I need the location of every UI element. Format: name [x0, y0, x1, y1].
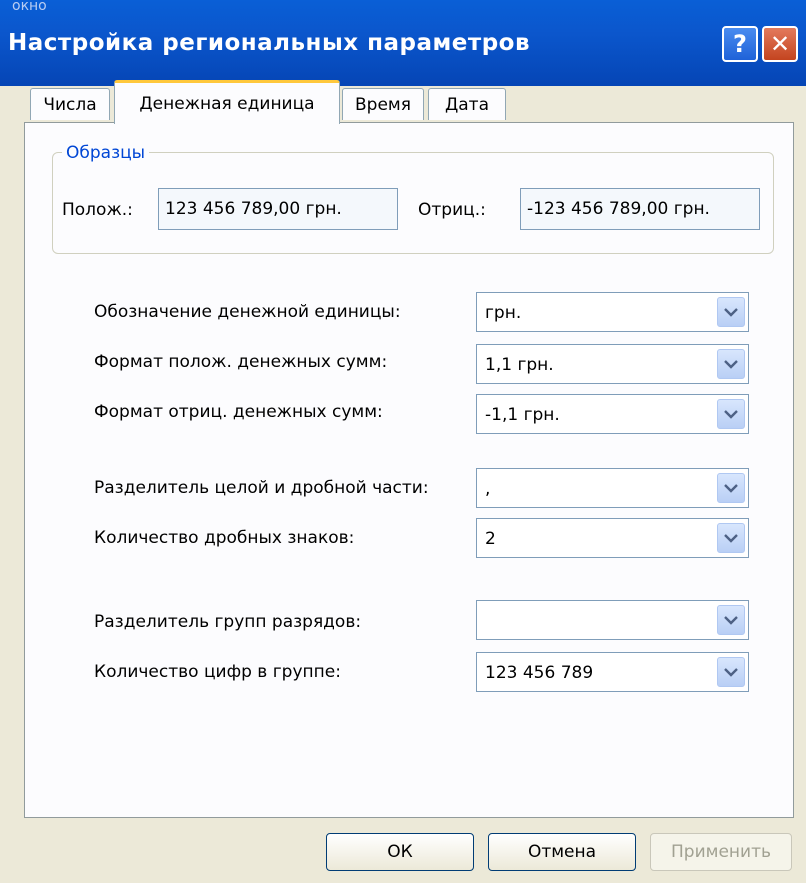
dialog-window: окно Настройка региональных параметров ?…	[0, 0, 806, 883]
decimal-separator-label: Разделитель целой и дробной части:	[94, 478, 429, 498]
digit-grouping-value: 123 456 789	[485, 663, 594, 683]
chevron-down-icon[interactable]	[717, 297, 745, 327]
chevron-down-icon[interactable]	[717, 349, 745, 379]
close-button[interactable]: ✕	[762, 26, 798, 62]
tab-date[interactable]: Дата	[428, 88, 506, 120]
chevron-down-icon[interactable]	[717, 473, 745, 503]
negative-sample-field: -123 456 789,00 грн.	[520, 188, 760, 230]
tab-currency[interactable]: Денежная единица	[114, 80, 340, 124]
positive-format-label: Формат полож. денежных сумм:	[94, 352, 388, 372]
tab-numbers[interactable]: Числа	[30, 88, 110, 120]
apply-button[interactable]: Применить	[650, 833, 792, 871]
chevron-down-icon[interactable]	[717, 399, 745, 429]
negative-sample-label: Отриц.:	[418, 200, 486, 220]
currency-symbol-select[interactable]: грн.	[476, 292, 749, 332]
group-separator-label: Разделитель групп разрядов:	[94, 612, 362, 632]
dialog-title: Настройка региональных параметров	[8, 30, 531, 56]
currency-symbol-value: грн.	[485, 303, 522, 323]
cancel-button[interactable]: Отмена	[488, 833, 636, 871]
decimal-digits-value: 2	[485, 529, 496, 549]
chevron-down-icon[interactable]	[717, 523, 745, 553]
negative-format-select[interactable]: -1,1 грн.	[476, 394, 749, 434]
chevron-down-icon[interactable]	[717, 657, 745, 687]
positive-sample-label: Полож.:	[62, 200, 133, 220]
group-separator-select[interactable]	[476, 600, 749, 640]
apply-button-label: Применить	[671, 842, 771, 862]
tab-label: Дата	[444, 94, 490, 115]
close-icon: ✕	[769, 30, 791, 58]
currency-symbol-label: Обозначение денежной единицы:	[94, 302, 401, 322]
positive-format-value: 1,1 грн.	[485, 355, 554, 375]
tab-label: Денежная единица	[139, 93, 315, 114]
chevron-down-icon[interactable]	[717, 605, 745, 635]
decimal-separator-value: ,	[485, 479, 491, 499]
tab-time[interactable]: Время	[342, 88, 424, 120]
digit-grouping-label: Количество цифр в группе:	[94, 662, 341, 682]
help-icon: ?	[733, 30, 747, 58]
help-button[interactable]: ?	[722, 26, 758, 62]
decimal-digits-label: Количество дробных знаков:	[94, 528, 355, 548]
digit-grouping-select[interactable]: 123 456 789	[476, 652, 749, 692]
cancel-button-label: Отмена	[527, 842, 597, 862]
title-bar[interactable]: окно Настройка региональных параметров ?…	[0, 0, 806, 86]
ok-button[interactable]: ОК	[326, 833, 474, 871]
decimal-digits-select[interactable]: 2	[476, 518, 749, 558]
positive-format-select[interactable]: 1,1 грн.	[476, 344, 749, 384]
samples-legend: Образцы	[62, 143, 150, 163]
ok-button-label: ОК	[387, 842, 413, 862]
tab-label: Время	[355, 94, 411, 115]
decimal-separator-select[interactable]: ,	[476, 468, 749, 508]
negative-format-label: Формат отриц. денежных сумм:	[94, 402, 383, 422]
positive-sample-field: 123 456 789,00 грн.	[158, 188, 398, 230]
tab-label: Числа	[43, 94, 97, 115]
background-window-fragment: окно	[12, 0, 47, 14]
negative-format-value: -1,1 грн.	[485, 405, 560, 425]
